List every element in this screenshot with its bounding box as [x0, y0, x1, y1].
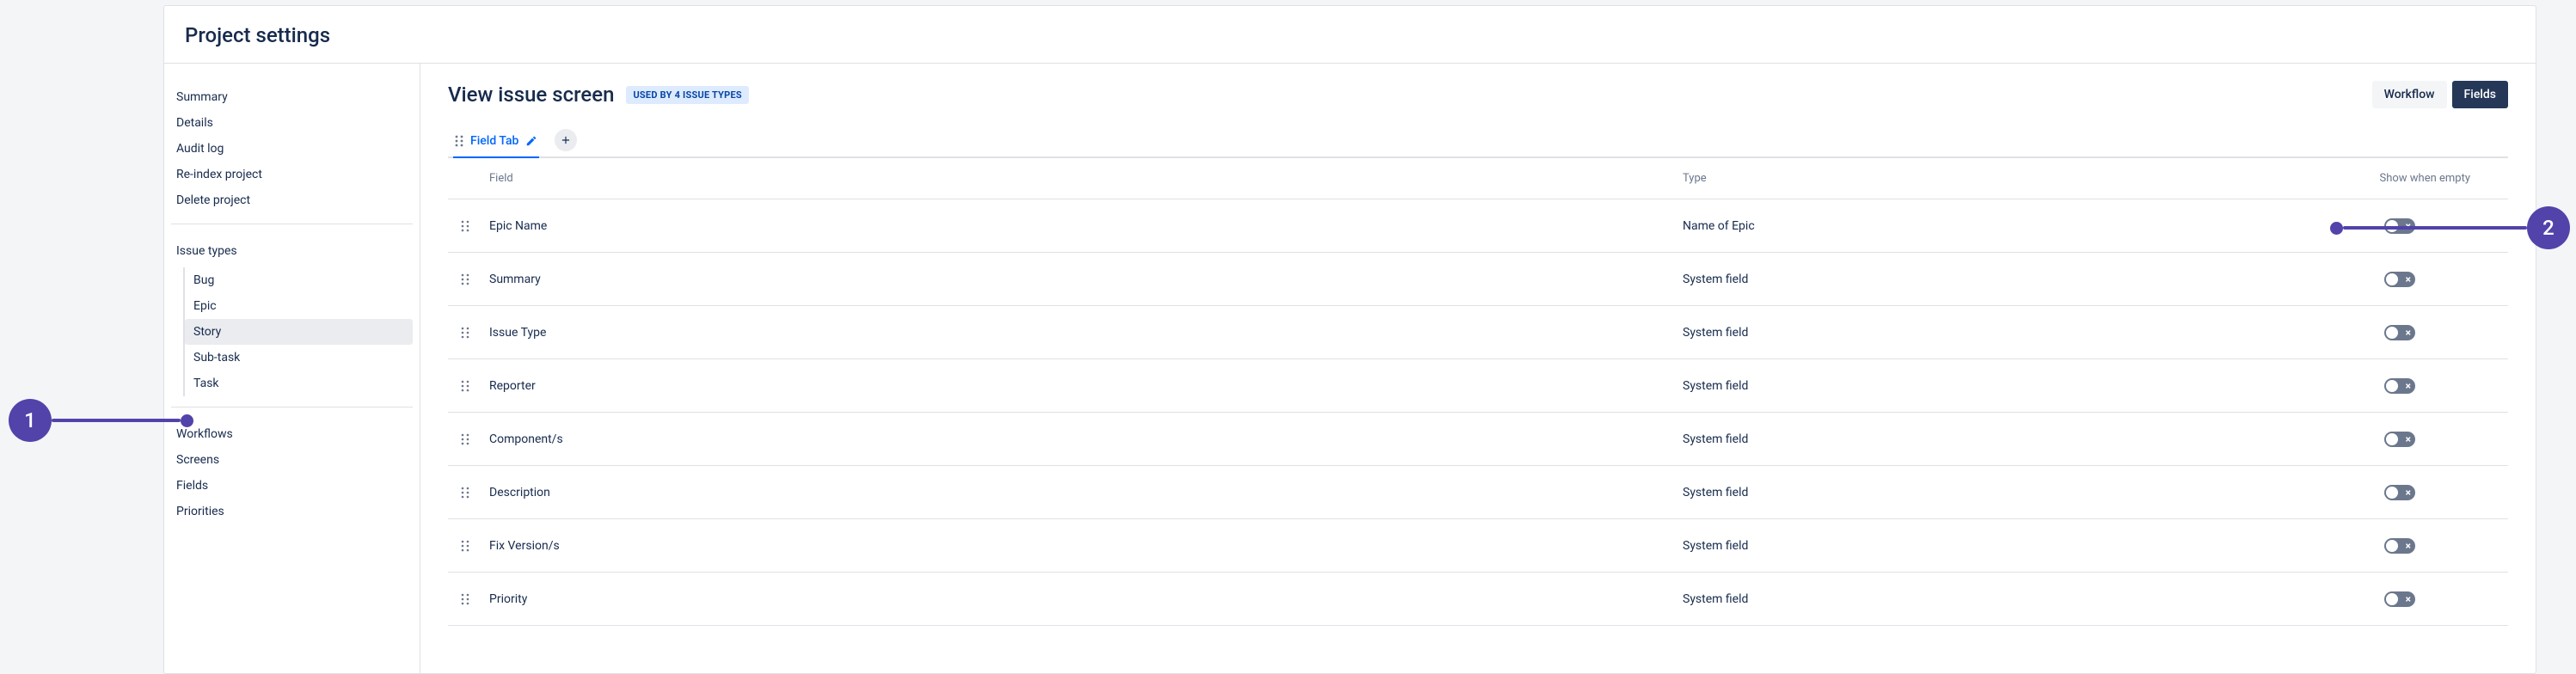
field-table: Field Type Show when empty Epic Name Nam… — [448, 158, 2508, 626]
table-row: Reporter System field — [448, 359, 2508, 413]
table-row: Fix Version/s System field — [448, 519, 2508, 573]
sidebar-item-task[interactable]: Task — [185, 371, 413, 396]
show-when-empty-toggle[interactable] — [2384, 378, 2415, 394]
sidebar-issue-types-list: Bug Epic Story Sub-task Task — [183, 267, 413, 396]
sidebar-item-audit-log[interactable]: Audit log — [171, 136, 413, 162]
sidebar-item-fields[interactable]: Fields — [171, 473, 413, 499]
viewport: Project settings Summary Details Audit l… — [0, 0, 2576, 650]
cell-field: Epic Name — [482, 219, 1683, 233]
cell-type: System field — [1683, 592, 2267, 606]
show-when-empty-toggle[interactable] — [2384, 218, 2415, 234]
row-drag-handle-icon[interactable] — [448, 433, 482, 445]
tabs-row: Field Tab — [448, 129, 2508, 158]
usage-badge[interactable]: USED BY 4 ISSUE TYPES — [626, 86, 748, 104]
cell-field: Description — [482, 486, 1683, 499]
cell-type: System field — [1683, 273, 2267, 286]
table-row: Summary System field — [448, 253, 2508, 306]
table-row: Epic Name Name of Epic — [448, 199, 2508, 253]
tab-field-tab[interactable]: Field Tab — [453, 129, 539, 158]
cell-field: Summary — [482, 273, 1683, 286]
sidebar-item-screens[interactable]: Screens — [171, 447, 413, 473]
sidebar-group-general: Summary Details Audit log Re-index proje… — [171, 84, 413, 224]
view-toggle-group: Workflow Fields — [2372, 81, 2508, 108]
sidebar-item-details[interactable]: Details — [171, 110, 413, 136]
settings-panel: Project settings Summary Details Audit l… — [163, 5, 2536, 674]
cell-field: Component/s — [482, 432, 1683, 446]
sidebar-item-subtask[interactable]: Sub-task — [185, 345, 413, 371]
table-header-row: Field Type Show when empty — [448, 158, 2508, 199]
sidebar-item-reindex[interactable]: Re-index project — [171, 162, 413, 187]
table-row: Component/s System field — [448, 413, 2508, 466]
annotation-badge: 1 — [9, 399, 52, 442]
sidebar-item-workflows[interactable]: Workflows — [171, 421, 413, 447]
sidebar-item-delete-project[interactable]: Delete project — [171, 187, 413, 213]
panel-header: Project settings — [164, 6, 2536, 64]
sidebar-group-issue-types: Issue types Bug Epic Story Sub-task Task — [171, 238, 413, 407]
cell-type: System field — [1683, 379, 2267, 393]
row-drag-handle-icon[interactable] — [448, 380, 482, 392]
cell-field: Issue Type — [482, 326, 1683, 340]
screen-title: View issue screen — [448, 83, 614, 107]
cell-field: Priority — [482, 592, 1683, 606]
th-type: Type — [1683, 172, 2267, 185]
sidebar-item-epic[interactable]: Epic — [185, 293, 413, 319]
table-row: Description System field — [448, 466, 2508, 519]
edit-tab-icon[interactable] — [525, 135, 537, 147]
row-drag-handle-icon[interactable] — [448, 273, 482, 285]
content: View issue screen USED BY 4 ISSUE TYPES … — [420, 64, 2536, 673]
cell-type: System field — [1683, 432, 2267, 446]
row-drag-handle-icon[interactable] — [448, 487, 482, 499]
sidebar-group-config: Workflows Screens Fields Priorities — [171, 421, 413, 535]
annotation-line — [52, 419, 181, 422]
panel-body: Summary Details Audit log Re-index proje… — [164, 64, 2536, 673]
show-when-empty-toggle[interactable] — [2384, 325, 2415, 340]
add-tab-button[interactable] — [555, 129, 577, 151]
sidebar-heading-issue-types[interactable]: Issue types — [171, 238, 413, 264]
th-show-when-empty: Show when empty — [2267, 172, 2508, 185]
row-drag-handle-icon[interactable] — [448, 540, 482, 552]
show-when-empty-toggle[interactable] — [2384, 485, 2415, 500]
cell-field: Fix Version/s — [482, 539, 1683, 553]
sidebar: Summary Details Audit log Re-index proje… — [164, 64, 420, 673]
toggle-fields[interactable]: Fields — [2452, 81, 2508, 108]
content-title-wrap: View issue screen USED BY 4 ISSUE TYPES — [448, 83, 749, 107]
cell-type: System field — [1683, 539, 2267, 553]
cell-type: Name of Epic — [1683, 219, 2267, 233]
row-drag-handle-icon[interactable] — [448, 220, 482, 232]
row-drag-handle-icon[interactable] — [448, 593, 482, 605]
cell-field: Reporter — [482, 379, 1683, 393]
sidebar-item-bug[interactable]: Bug — [185, 267, 413, 293]
drag-handle-icon[interactable] — [455, 135, 463, 147]
toggle-workflow[interactable]: Workflow — [2372, 81, 2447, 108]
page-title: Project settings — [185, 23, 2515, 47]
sidebar-item-story[interactable]: Story — [185, 319, 413, 345]
sidebar-item-summary[interactable]: Summary — [171, 84, 413, 110]
show-when-empty-toggle[interactable] — [2384, 591, 2415, 607]
cell-type: System field — [1683, 486, 2267, 499]
th-field: Field — [482, 172, 1683, 185]
show-when-empty-toggle[interactable] — [2384, 538, 2415, 554]
tab-label: Field Tab — [470, 134, 518, 148]
show-when-empty-toggle[interactable] — [2384, 272, 2415, 287]
table-row: Priority System field — [448, 573, 2508, 626]
cell-type: System field — [1683, 326, 2267, 340]
show-when-empty-toggle[interactable] — [2384, 432, 2415, 447]
plus-icon — [560, 134, 572, 146]
sidebar-item-priorities[interactable]: Priorities — [171, 499, 413, 524]
row-drag-handle-icon[interactable] — [448, 327, 482, 339]
content-header: View issue screen USED BY 4 ISSUE TYPES … — [448, 81, 2508, 108]
table-row: Issue Type System field — [448, 306, 2508, 359]
